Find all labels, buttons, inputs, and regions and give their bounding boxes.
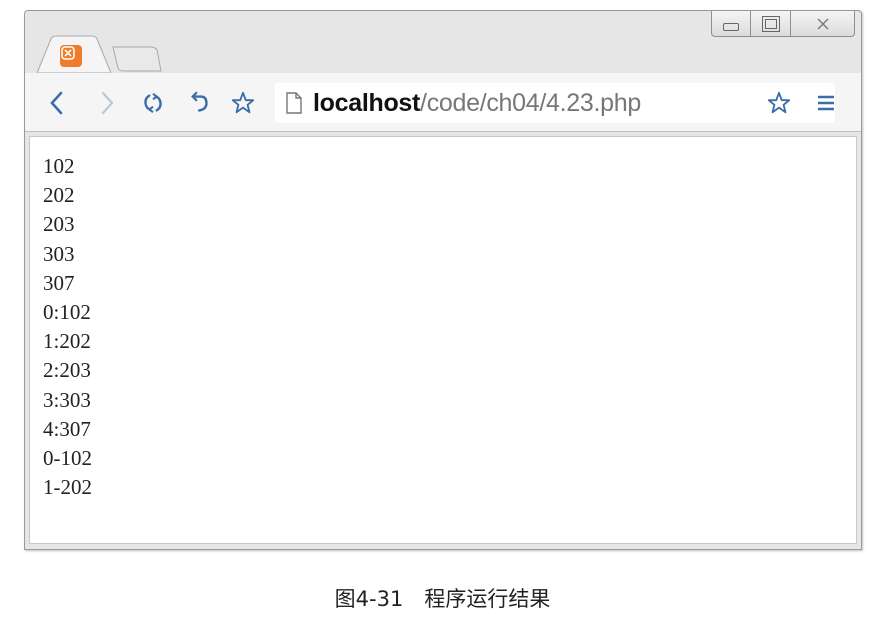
address-url: localhost/code/ch04/4.23.php [313,89,641,118]
new-tab-button[interactable] [111,45,163,73]
address-path: /code/ch04/4.23.php [420,88,641,117]
xampp-icon [60,45,82,67]
output-line: 203 [43,212,75,237]
close-button[interactable] [791,11,855,37]
output-line: 1:202 [43,329,91,354]
forward-button[interactable] [95,91,119,115]
output-line: 3:303 [43,387,91,412]
maximize-button[interactable] [751,11,791,37]
page-icon [286,92,302,114]
menu-button[interactable] [814,91,838,115]
output-line: 102 [43,154,75,178]
back-button[interactable] [45,91,69,115]
back-arrow-icon [50,91,63,115]
output-line: 1-202 [43,475,92,500]
output-line: 202 [43,183,75,208]
address-bar[interactable]: localhost/code/ch04/4.23.php [275,83,835,123]
output-line: 0-102 [43,446,92,471]
reload-icon [144,92,162,114]
window-controls [711,11,855,39]
star-icon [767,91,791,114]
undo-icon [191,91,208,112]
output-line: 4:307 [43,416,91,441]
figure-caption: 图4-31 程序运行结果 [334,587,551,611]
bookmark-page-button[interactable] [231,91,255,115]
output-line: 0:102 [43,300,91,325]
output-line: 307 [43,270,75,295]
address-host: localhost [313,88,421,117]
browser-tab[interactable] [37,35,111,73]
browser-window: localhost/code/ch04/4.23.php 102 202 203 30… [24,10,862,550]
star-icon [231,91,255,114]
minimize-button[interactable] [711,11,751,37]
undo-button[interactable] [188,91,212,115]
bookmark-star-button[interactable] [767,91,791,115]
close-icon [817,18,828,29]
output-line: 2:203 [43,358,91,383]
menu-icon [818,95,834,111]
minimize-icon [723,22,739,31]
browser-toolbar: localhost/code/ch04/4.23.php [25,73,861,132]
restore-icon [761,15,780,32]
reload-button[interactable] [141,91,165,115]
forward-arrow-icon [101,91,114,115]
output-line: 303 [43,241,75,266]
page-content: 102 202 203 303 307 0:102 1:202 2:203 3:303 4:307… [29,136,857,544]
output-lines: 102 202 203 303 307 0:102 1:202 2:203 3:303 4:307… [43,152,92,502]
